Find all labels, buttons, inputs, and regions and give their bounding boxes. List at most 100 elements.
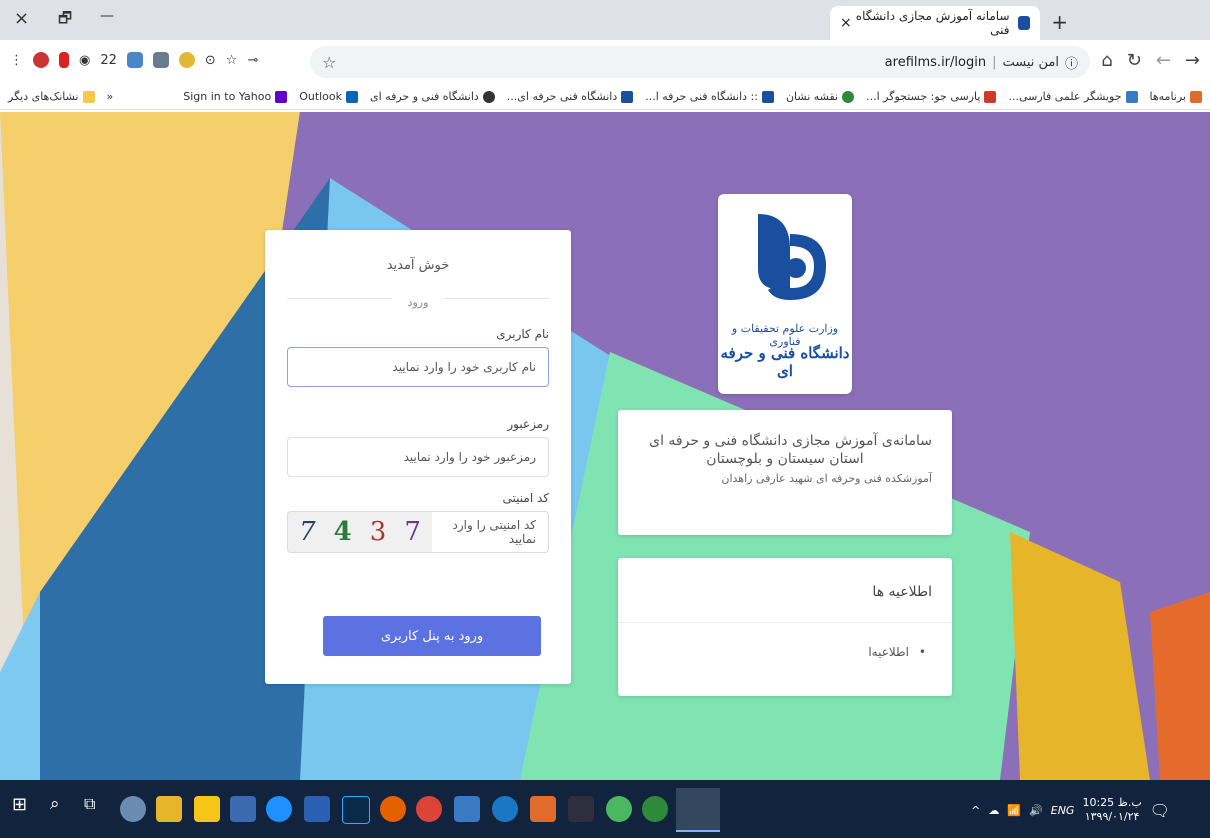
- app-icon[interactable]: [454, 796, 480, 822]
- notification-icon[interactable]: 🗨: [1150, 801, 1170, 820]
- task-view-icon[interactable]: ⧉: [84, 794, 110, 820]
- red-extension-icon[interactable]: [59, 52, 69, 68]
- bookmark-item[interactable]: دانشگاه فنی و حرفه ای: [370, 90, 495, 103]
- security-status[interactable]: امن نیست: [1002, 55, 1059, 70]
- info-title-line2: استان سیستان و بلوچستان: [706, 451, 864, 467]
- captcha-digit: 7: [299, 517, 316, 547]
- bookmark-item[interactable]: دانشگاه فنی حرفه ای...: [507, 90, 634, 103]
- yahoo-icon: [275, 90, 288, 103]
- eye-extension-icon[interactable]: ◉: [79, 53, 90, 68]
- clock[interactable]: 10:25 ب.ظ ۱۳۹۹/۰۱/۲۴: [1082, 796, 1141, 824]
- extension-badge[interactable]: 22: [100, 53, 117, 68]
- home-icon[interactable]: ⌂: [1101, 50, 1112, 71]
- app-icon[interactable]: [492, 796, 518, 822]
- window-close-icon[interactable]: ×: [14, 8, 29, 29]
- flag-extension-icon[interactable]: [33, 52, 49, 68]
- captcha-image: 7 4 3 7: [288, 512, 432, 552]
- clock-time: 10:25 ب.ظ: [1082, 796, 1142, 809]
- background-art: [0, 112, 1210, 780]
- info-subtitle: آموزشکده فنی وحرفه ای شهید عارفی زاهدان: [721, 472, 932, 485]
- clock-date: ۱۳۹۹/۰۱/۲۴: [1084, 810, 1140, 823]
- more-bookmarks-button[interactable]: «: [107, 90, 114, 103]
- page-content: خوش آمدید ورود نام کاربری نام کاربری خود…: [0, 112, 1210, 780]
- bookmark-outlook[interactable]: Outlook: [299, 90, 359, 103]
- username-label: نام کاربری: [496, 327, 549, 341]
- back-icon[interactable]: →: [1185, 50, 1200, 71]
- bookmark-item[interactable]: پارسی جو: جستجوگر ا...: [866, 90, 997, 103]
- system-tray: ^ ☁ 📶 🔊 ENG 10:25 ب.ظ ۱۳۹۹/۰۱/۲۴ 🗨: [971, 796, 1170, 824]
- chrome-active-icon[interactable]: [676, 788, 720, 832]
- welcome-text: خوش آمدید: [386, 258, 450, 273]
- word-icon[interactable]: [304, 796, 330, 822]
- bookmark-item[interactable]: جویشگر علمی فارسی...: [1008, 90, 1138, 103]
- bookmark-icon: [984, 90, 997, 103]
- key-extension-icon[interactable]: ⊸: [247, 53, 258, 68]
- url-text[interactable]: arefilms.ir/login: [885, 55, 986, 70]
- bookmark-star-icon[interactable]: ☆: [322, 53, 336, 72]
- forward-icon[interactable]: ←: [1156, 50, 1171, 71]
- photoshop-icon[interactable]: [342, 796, 370, 824]
- outlook-icon: [346, 90, 359, 103]
- username-input[interactable]: نام کاربری خود را وارد نمایید: [287, 347, 549, 387]
- media-icon[interactable]: [568, 796, 594, 822]
- cloud-icon[interactable]: ☁: [988, 804, 999, 817]
- search-icon[interactable]: ⌕: [50, 794, 76, 820]
- tab-favicon-icon: [1017, 16, 1030, 30]
- captcha-label: کد امنیتی: [502, 491, 549, 505]
- network-icon[interactable]: 📶: [1007, 804, 1021, 817]
- app-icon[interactable]: [530, 796, 556, 822]
- app-icon[interactable]: [642, 796, 668, 822]
- translate-extension-icon[interactable]: [126, 52, 143, 68]
- captcha-input[interactable]: کد امنیتی را وارد نمایید: [432, 512, 548, 552]
- start-icon[interactable]: ⊞: [12, 794, 38, 820]
- news-card: اطلاعیه ها اطلاعیه‌ا: [618, 558, 952, 696]
- info-icon[interactable]: ⓘ: [1065, 53, 1078, 72]
- firefox-icon[interactable]: [380, 796, 406, 822]
- bookmark-icon: [761, 90, 774, 103]
- captcha-digit: 4: [333, 517, 352, 547]
- chrome-icon[interactable]: [416, 796, 442, 822]
- browser-tab[interactable]: سامانه آموزش مجازی دانشگاه فنی ×: [830, 6, 1040, 40]
- bookmark-icon: [842, 90, 855, 103]
- tab-title: سامانه آموزش مجازی دانشگاه فنی: [855, 9, 1010, 37]
- image-extension-icon[interactable]: [152, 52, 169, 68]
- volume-icon[interactable]: 🔊: [1029, 804, 1043, 817]
- reload-icon[interactable]: ↻: [1127, 50, 1142, 71]
- new-tab-button[interactable]: +: [1051, 10, 1068, 34]
- logo-university-text: دانشگاه فنی و حرفه ای: [720, 344, 850, 380]
- bookmark-icon: [621, 90, 634, 103]
- captcha-digit: 3: [369, 517, 387, 547]
- bookmark-item[interactable]: :: دانشگاه فنی حرفه ا...: [645, 90, 774, 103]
- bookmark-icon: [482, 90, 495, 103]
- bookmark-yahoo[interactable]: Sign in to Yahoo: [183, 90, 288, 103]
- yellow-extension-icon[interactable]: [178, 52, 195, 68]
- settings-extension-icon[interactable]: ⊙: [205, 53, 216, 68]
- file-explorer-icon[interactable]: [156, 796, 182, 822]
- tray-chevron-icon[interactable]: ^: [971, 804, 980, 817]
- window-restore-icon[interactable]: 🗗: [58, 8, 72, 33]
- address-bar[interactable]: ⓘ امن نیست | arefilms.ir/login ☆: [310, 46, 1090, 78]
- app-icon[interactable]: [120, 796, 146, 822]
- extension-icons: ⋮ ◉ 22 ⊙ ☆ ⊸: [10, 52, 258, 68]
- star-extension-icon[interactable]: ☆: [226, 53, 238, 68]
- bookmark-item[interactable]: نقشه نشان: [786, 90, 855, 103]
- app-icon[interactable]: [606, 796, 632, 822]
- password-input[interactable]: رمزعبور خود را وارد نمایید: [287, 437, 549, 477]
- password-label: رمزعبور: [507, 417, 549, 431]
- address-separator: |: [992, 54, 997, 70]
- university-logo: وزارت علوم تحقیقات و فناوری دانشگاه فنی …: [718, 194, 852, 394]
- news-item[interactable]: اطلاعیه‌ا: [618, 623, 952, 681]
- login-submit-button[interactable]: ورود به پنل کاربری: [323, 616, 541, 656]
- bookmark-apps[interactable]: برنامه‌ها: [1150, 90, 1202, 103]
- captcha-digit: 7: [404, 517, 421, 547]
- nav-buttons: ⌂ ↻ ← →: [1101, 50, 1200, 71]
- mail-icon[interactable]: [230, 796, 256, 822]
- language-indicator[interactable]: ENG: [1051, 804, 1075, 817]
- menu-icon[interactable]: ⋮: [10, 53, 23, 68]
- ie-icon[interactable]: [266, 796, 292, 822]
- store-icon[interactable]: [194, 796, 220, 822]
- tab-close-icon[interactable]: ×: [840, 15, 852, 31]
- window-minimize-icon[interactable]: —: [100, 8, 114, 24]
- other-bookmarks[interactable]: نشانک‌های دیگر: [8, 90, 95, 103]
- folder-icon: [82, 90, 95, 103]
